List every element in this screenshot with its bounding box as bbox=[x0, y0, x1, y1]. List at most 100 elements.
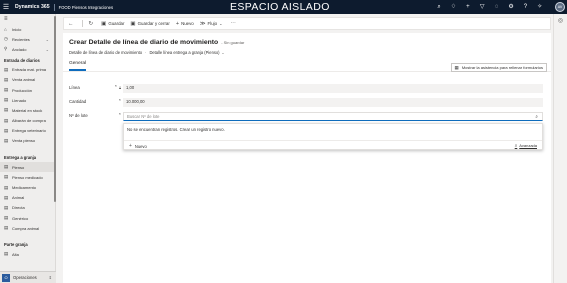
lookup-advanced-label: Avanzada bbox=[519, 143, 537, 148]
document-icon: ▤ bbox=[4, 184, 9, 190]
chevron-down-icon[interactable]: ⌄ bbox=[46, 47, 49, 52]
app-name[interactable]: FOOD Piensos Integraciones bbox=[59, 5, 113, 10]
lookup-new-button[interactable]: + Nuevo bbox=[129, 143, 147, 149]
no-results-message: No se encuentran registros. Crear un reg… bbox=[127, 127, 225, 132]
sidebar-item-venta-pienso[interactable]: ▤ Venta pienso bbox=[0, 136, 55, 146]
sidebar-item-compra-animal[interactable]: ▤ Compra animal bbox=[0, 223, 55, 233]
sidebar-item-label: Venta pienso bbox=[12, 138, 36, 144]
flow-button[interactable]: ≫ Flujo ⌄ bbox=[200, 21, 225, 27]
top-bar-actions: ⌕ ♢ + ▽ ◌ ⚙ ? ✧ bbox=[432, 0, 547, 14]
scrollbar-thumb[interactable] bbox=[53, 16, 56, 202]
lock-icon: 🔒︎ bbox=[119, 85, 122, 90]
sidebar: ≡ ⌂ Inicio ◷ Recientes ⌄ ⚲ Anclado ⌄ Ent… bbox=[0, 14, 56, 283]
copilot-pane-icon[interactable]: ◎ bbox=[554, 14, 567, 28]
lightbulb-icon[interactable]: ♢ bbox=[446, 0, 460, 14]
pin-icon: ⚲ bbox=[4, 46, 8, 52]
search-icon[interactable]: ⌕ bbox=[535, 113, 538, 122]
sidebar-item-recientes[interactable]: ◷ Recientes ⌄ bbox=[0, 34, 55, 44]
field-label-lote: Nº de lote bbox=[69, 113, 88, 118]
sidebar-item-entrega-veterinario[interactable]: ▤ Entrega veterinario bbox=[0, 126, 55, 136]
sidebar-item-inicio[interactable]: ⌂ Inicio bbox=[0, 24, 55, 34]
area-switcher[interactable]: O Operaciones ⇕ bbox=[0, 271, 56, 283]
sidebar-item-llenado[interactable]: ▤ Llenado bbox=[0, 95, 55, 105]
sidebar-item-entrada-mat-prima[interactable]: ▤ Entrada mat. prima bbox=[0, 65, 55, 75]
sidebar-item-label: Llenado bbox=[12, 97, 27, 103]
avatar[interactable]: AV bbox=[555, 2, 565, 12]
required-marker: * bbox=[119, 98, 121, 103]
command-bar: ← ↻ ▣ Guardar ▣ Guardar y cerrar + Nuevo ≫ F… bbox=[63, 17, 551, 30]
form-selector[interactable]: Detalle línea entrega a granja (Pienso) bbox=[149, 50, 219, 55]
sidebar-item-animal[interactable]: ▤ Animal bbox=[0, 193, 55, 203]
refresh-icon: ↻ bbox=[88, 20, 94, 27]
help-icon[interactable]: ? bbox=[518, 0, 532, 14]
lookup-dropdown: No se encuentran registros. Crear un reg… bbox=[123, 123, 543, 150]
plus-icon[interactable]: + bbox=[461, 0, 475, 14]
chevron-updown-icon: ⇕ bbox=[48, 275, 52, 280]
right-rail: ◎ bbox=[553, 14, 567, 283]
document-icon: ▤ bbox=[4, 127, 9, 133]
entity-name: Detalle de línea de diario de movimiento bbox=[69, 50, 143, 55]
refresh-button[interactable]: ↻ bbox=[89, 21, 96, 27]
chevron-down-icon[interactable]: ⌄ bbox=[222, 51, 225, 55]
form-assist-icon: ▦ bbox=[454, 64, 459, 70]
chevron-down-icon: ⌄ bbox=[219, 21, 223, 26]
bell-icon[interactable]: ◌ bbox=[489, 0, 503, 14]
sidebar-item-venta-animal[interactable]: ▤ Venta animal bbox=[0, 75, 55, 85]
sidebar-toggle-icon[interactable]: ≡ bbox=[0, 14, 55, 24]
save-close-button[interactable]: ▣ Guardar y cerrar bbox=[130, 21, 169, 27]
more-commands-button[interactable]: ⋯ bbox=[230, 21, 238, 27]
plus-icon: + bbox=[129, 143, 132, 149]
lookup-advanced-button[interactable]: ⌕ Avanzada bbox=[515, 143, 537, 148]
tab-general[interactable]: General bbox=[69, 61, 86, 66]
document-icon: ▤ bbox=[4, 117, 9, 123]
sidebar-item-label: Pienso bbox=[12, 164, 25, 170]
sidebar-item-label: Genérico bbox=[12, 215, 29, 221]
save-close-label: Guardar y cerrar bbox=[137, 21, 170, 26]
environment-banner: ESPACIO AISLADO bbox=[230, 1, 330, 13]
app-launcher-icon[interactable]: ☰ bbox=[0, 0, 12, 14]
area-label: Operaciones bbox=[13, 275, 37, 280]
save-button[interactable]: ▣ Guardar bbox=[101, 21, 124, 27]
back-arrow-icon: ← bbox=[68, 20, 74, 27]
sidebar-item-label: Venta animal bbox=[12, 77, 36, 83]
field-label-cantidad: Cantidad bbox=[69, 99, 87, 104]
sidebar-item-pienso[interactable]: ▤ Pienso bbox=[0, 162, 55, 173]
lote-search-input[interactable]: Buscar Nº de lote ⌕ bbox=[123, 112, 543, 121]
sidebar-item-alta[interactable]: ▤ Alta bbox=[0, 249, 55, 259]
sidebar-item-generico[interactable]: ▤ Genérico bbox=[0, 213, 55, 223]
document-icon: ▤ bbox=[4, 251, 9, 257]
sidebar-item-anclado[interactable]: ⚲ Anclado ⌄ bbox=[0, 44, 55, 54]
sidebar-item-directa[interactable]: ▤ Directa bbox=[0, 203, 55, 213]
copilot-icon[interactable]: ✧ bbox=[533, 0, 547, 14]
flow-icon: ≫ bbox=[199, 20, 206, 27]
chevron-down-icon[interactable]: ⌄ bbox=[46, 37, 49, 42]
sidebar-item-material-en-stock[interactable]: ▤ Material en stock bbox=[0, 105, 55, 115]
save-icon: ▣ bbox=[101, 20, 107, 27]
command-divider bbox=[81, 20, 83, 27]
cantidad-field[interactable]: 10.000,00 bbox=[123, 98, 543, 107]
sidebar-item-produccion[interactable]: ▤ Producción bbox=[0, 85, 55, 95]
filter-icon[interactable]: ▽ bbox=[475, 0, 489, 14]
lote-placeholder: Buscar Nº de lote bbox=[127, 114, 160, 119]
sidebar-item-label: Anclado bbox=[12, 46, 27, 52]
home-icon: ⌂ bbox=[4, 26, 7, 32]
save-label: Guardar bbox=[108, 21, 125, 26]
back-button[interactable]: ← bbox=[68, 21, 76, 27]
sidebar-item-pienso-medicado[interactable]: ▤ Pienso medicado bbox=[0, 172, 55, 182]
form-assist-button[interactable]: ▦ Mostrar la asistencia para rellenar fo… bbox=[450, 63, 547, 72]
sidebar-item-label: Alta bbox=[12, 251, 19, 257]
sidebar-item-albaran-de-compra[interactable]: ▤ Albarán de compra bbox=[0, 116, 55, 126]
form-title-text: Crear Detalle de línea de diario de movi… bbox=[69, 39, 219, 46]
sidebar-item-label: Pienso medicado bbox=[12, 174, 43, 180]
dropdown-divider bbox=[124, 140, 542, 141]
flow-label: Flujo bbox=[207, 21, 218, 26]
brand-name[interactable]: Dynamics 365 bbox=[15, 4, 50, 10]
brand-divider bbox=[53, 3, 55, 11]
sidebar-scrollbar[interactable] bbox=[53, 14, 56, 204]
document-icon: ▤ bbox=[4, 204, 9, 210]
sidebar-item-medicamento[interactable]: ▤ Medicamento bbox=[0, 182, 55, 192]
new-button[interactable]: + Nuevo bbox=[176, 21, 194, 27]
form-subtitle: Detalle de línea de diario de movimiento… bbox=[69, 50, 225, 55]
gear-icon[interactable]: ⚙ bbox=[504, 0, 518, 14]
search-icon[interactable]: ⌕ bbox=[432, 0, 446, 14]
